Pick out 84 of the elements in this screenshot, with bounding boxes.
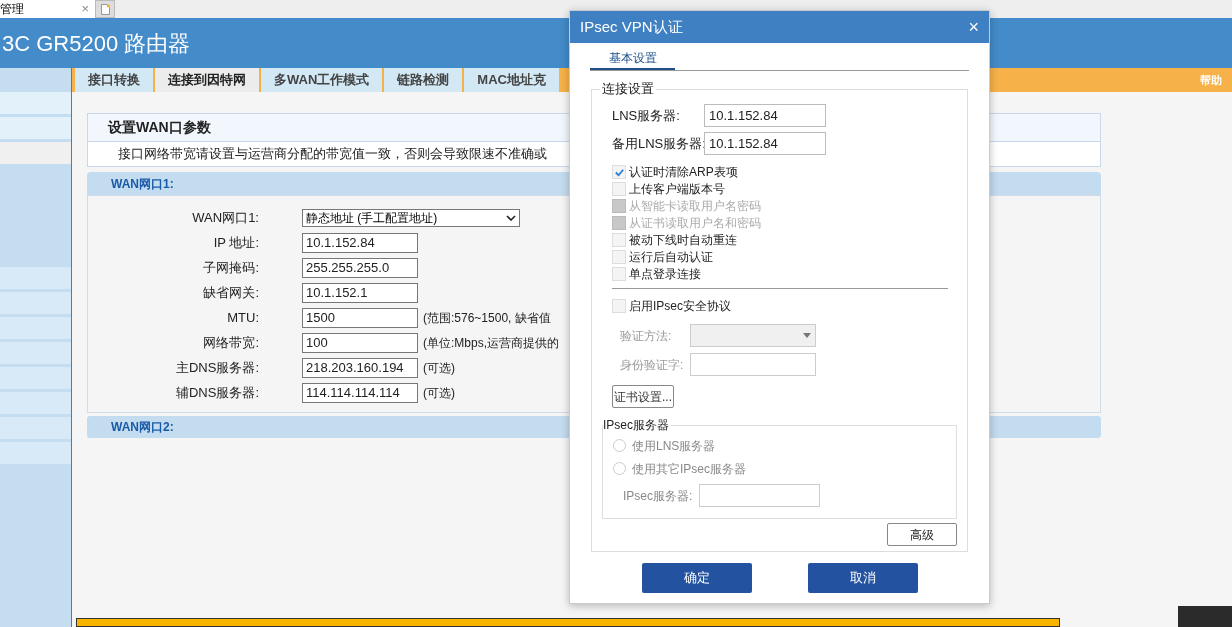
nav-tab[interactable]: 多WAN工作模式 [261,68,385,92]
chevron-down-icon [506,215,516,221]
input-field[interactable]: 10.1.152.84 [704,132,826,155]
input-field[interactable]: 10.1.152.84 [704,104,826,127]
input-field[interactable]: 1500 [302,308,418,328]
field-label: IP 地址: [212,234,259,253]
option-label: 上传客户端版本号 [629,181,725,198]
close-icon[interactable]: × [81,0,89,19]
field-label: 辅DNS服务器: [174,384,259,403]
radio-label: 使用其它IPsec服务器 [632,460,746,478]
sidebar-item[interactable] [0,442,71,464]
section-title: WAN网口1: [111,175,174,193]
auth-method-select[interactable] [690,324,816,347]
option-label: 单点登录连接 [629,266,701,283]
router-title: 3C GR5200 路由器 [1,29,191,58]
panel-title: 设置WAN口参数 [108,118,211,137]
group-title: IPsec服务器 [603,418,671,432]
checkbox[interactable] [612,182,626,196]
new-tab-icon[interactable] [100,3,110,15]
cancel-button[interactable]: 取消 [807,563,918,593]
option-label: 运行后自动认证 [629,249,713,266]
field-label: 身份验证字: [620,356,685,374]
field-label: 子网掩码: [202,259,259,278]
advanced-button[interactable]: 高级 [887,523,957,546]
nav-tab[interactable]: 连接到因特网 [155,68,261,92]
radio-button[interactable] [613,462,626,475]
sidebar-item[interactable] [0,142,71,164]
field-hint: (范围:576~1500, 缺省值 [423,310,551,327]
field-label: 备用LNS服务器: [612,134,704,153]
certificate-button[interactable]: 证书设置... [612,385,674,408]
option-label: 认证时清除ARP表项 [629,164,738,181]
ok-button[interactable]: 确定 [641,563,752,593]
input-field[interactable]: 100 [302,333,418,353]
input-field[interactable] [699,484,820,507]
field-label: 主DNS服务器: [174,359,259,378]
field-label: LNS服务器: [612,106,681,125]
bandwidth-note: 接口网络带宽请设置与运营商分配的带宽值一致，否则会导致限速不准确或 [118,145,547,164]
sidebar-item[interactable] [0,117,71,139]
close-icon[interactable]: × [968,13,979,41]
nav-tab[interactable]: 链路检测 [384,68,465,92]
sidebar-item[interactable] [0,92,71,114]
option-label: 从智能卡读取用户名密码 [629,198,761,215]
browser-tab-title[interactable]: 管理 [0,0,24,18]
sidebar-item[interactable] [0,267,71,289]
input-field[interactable] [690,353,816,376]
field-label: IPsec服务器: [623,487,694,505]
section-title: WAN网口2: [111,419,174,436]
radio-label: 使用LNS服务器 [632,437,716,455]
radio-button[interactable] [613,439,626,452]
field-hint: (单位:Mbps,运营商提供的 [423,335,559,352]
sidebar-item[interactable] [0,367,71,389]
input-field[interactable]: 218.203.160.194 [302,358,418,378]
field-label: 验证方法: [620,327,673,345]
input-field[interactable]: 10.1.152.1 [302,283,418,303]
taskbar-corner [1178,606,1232,627]
option-label: 被动下线时自动重连 [629,232,737,249]
field-label: MTU: [226,309,259,328]
field-hint: (可选) [423,385,455,402]
option-label: 启用IPsec安全协议 [629,298,731,315]
nav-tab[interactable]: MAC地址克 [464,68,561,92]
option-label: 从证书读取用户名和密码 [629,215,761,232]
field-label: 网络带宽: [202,334,259,353]
input-field[interactable]: 10.1.152.84 [302,233,418,253]
sidebar-item[interactable] [0,392,71,414]
sidebar-item[interactable] [0,342,71,364]
checkbox[interactable] [612,165,626,179]
input-field[interactable]: 114.114.114.114 [302,383,418,403]
settings-tab[interactable]: 基本设置 [590,49,675,70]
field-hint: (可选) [423,360,455,377]
sidebar-item[interactable] [0,292,71,314]
group-title: 连接设置 [600,81,656,97]
field-label: WAN网口1: [191,209,259,228]
checkbox[interactable] [612,299,626,313]
field-label: 缺省网关: [202,284,259,303]
sidebar-item[interactable] [0,417,71,439]
sidebar-item[interactable] [0,317,71,339]
wan-mode-select[interactable]: 静态地址 (手工配置地址) [302,209,520,227]
input-field[interactable]: 255.255.255.0 [302,258,418,278]
nav-tab[interactable]: 接口转换 [75,68,155,92]
checkbox[interactable] [612,250,626,264]
checkbox[interactable] [612,233,626,247]
checkbox[interactable] [612,267,626,281]
caret-icon [803,333,811,338]
dialog-title: IPsec VPN认证 [580,16,683,37]
